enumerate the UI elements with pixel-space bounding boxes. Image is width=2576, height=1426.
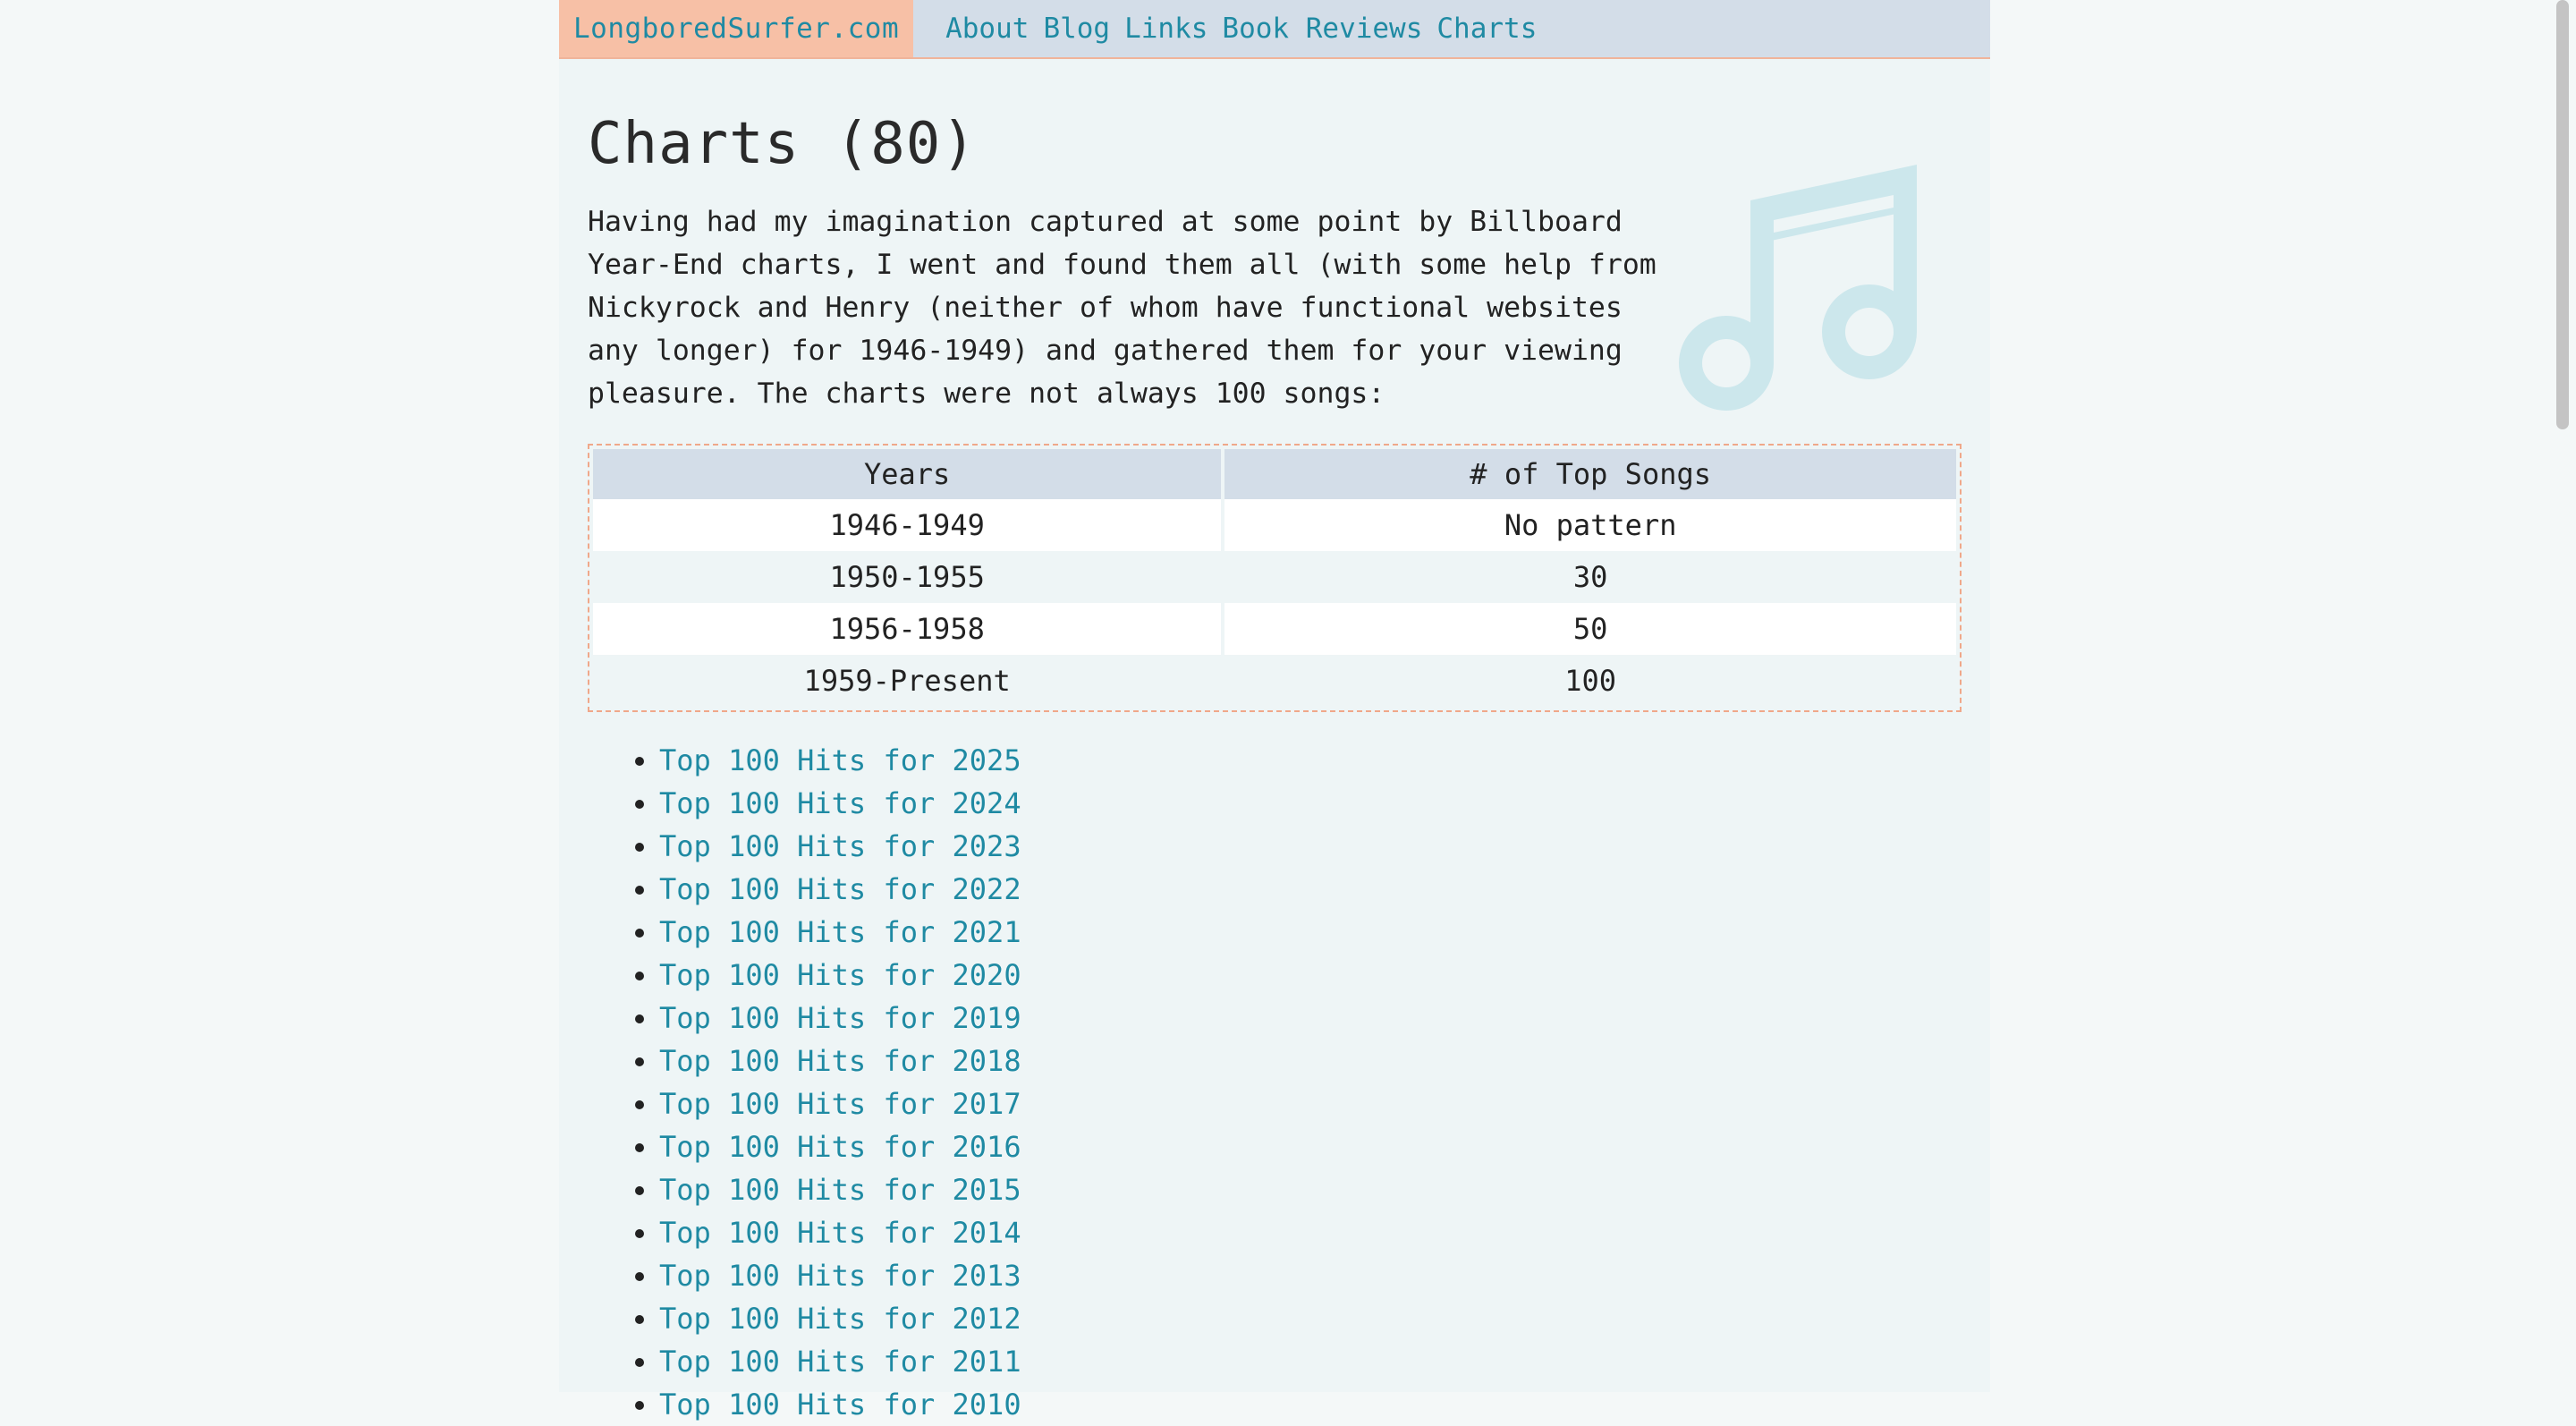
chart-link-2018[interactable]: Top 100 Hits for 2018	[659, 1044, 1021, 1078]
header-years: Years	[593, 449, 1225, 499]
chart-link-2022[interactable]: Top 100 Hits for 2022	[659, 872, 1021, 906]
page-container: LongboredSurfer.com About Blog Links Boo…	[559, 0, 1990, 1422]
table-row: 1946-1949 No pattern	[593, 499, 1956, 551]
list-item: Top 100 Hits for 2021	[659, 911, 1962, 954]
top-nav: LongboredSurfer.com About Blog Links Boo…	[559, 0, 1990, 59]
chart-link-2019[interactable]: Top 100 Hits for 2019	[659, 1001, 1021, 1035]
count-cell: 30	[1223, 551, 1956, 603]
nav-link-links[interactable]: Links	[1124, 13, 1208, 45]
header-top-songs: # of Top Songs	[1223, 449, 1956, 499]
list-item: Top 100 Hits for 2018	[659, 1040, 1962, 1082]
chart-link-2015[interactable]: Top 100 Hits for 2015	[659, 1173, 1021, 1207]
list-item: Top 100 Hits for 2019	[659, 997, 1962, 1040]
chart-link-2011[interactable]: Top 100 Hits for 2011	[659, 1345, 1021, 1379]
chart-link-2024[interactable]: Top 100 Hits for 2024	[659, 786, 1021, 820]
list-item: Top 100 Hits for 2025	[659, 739, 1962, 782]
nav-link-charts[interactable]: Charts	[1436, 13, 1537, 45]
count-cell: 100	[1223, 655, 1956, 707]
nav-link-book-reviews[interactable]: Book Reviews	[1222, 13, 1422, 45]
table-row: 1956-1958 50	[593, 603, 1956, 655]
list-item: Top 100 Hits for 2017	[659, 1082, 1962, 1125]
years-cell: 1959-Present	[593, 655, 1225, 707]
chart-link-2017[interactable]: Top 100 Hits for 2017	[659, 1087, 1021, 1121]
main-content: Charts (80) Having had my imagination ca…	[559, 59, 1990, 1426]
list-item: Top 100 Hits for 2015	[659, 1168, 1962, 1211]
nav-link-blog[interactable]: Blog	[1043, 13, 1110, 45]
list-item: Top 100 Hits for 2012	[659, 1297, 1962, 1340]
count-cell: No pattern	[1223, 499, 1956, 551]
chart-link-2016[interactable]: Top 100 Hits for 2016	[659, 1130, 1021, 1164]
table-row: 1950-1955 30	[593, 551, 1956, 603]
list-item: Top 100 Hits for 2014	[659, 1211, 1962, 1254]
songs-per-year-table: Years # of Top Songs 1946-1949 No patter…	[588, 444, 1962, 712]
nav-link-about[interactable]: About	[945, 13, 1029, 45]
list-item: Top 100 Hits for 2023	[659, 825, 1962, 868]
chart-link-2010[interactable]: Top 100 Hits for 2010	[659, 1388, 1021, 1422]
list-item: Top 100 Hits for 2016	[659, 1125, 1962, 1168]
table-header-row: Years # of Top Songs	[593, 449, 1956, 499]
list-item: Top 100 Hits for 2010	[659, 1383, 1962, 1426]
chart-link-2020[interactable]: Top 100 Hits for 2020	[659, 958, 1021, 992]
page-scrollbar[interactable]	[2549, 0, 2576, 1392]
list-item: Top 100 Hits for 2013	[659, 1254, 1962, 1297]
chart-link-2025[interactable]: Top 100 Hits for 2025	[659, 743, 1021, 777]
intro-paragraph: Having had my imagination captured at so…	[588, 206, 1657, 410]
list-item: Top 100 Hits for 2020	[659, 954, 1962, 997]
music-note-icon	[1679, 165, 1917, 411]
list-item: Top 100 Hits for 2022	[659, 868, 1962, 911]
list-item: Top 100 Hits for 2011	[659, 1340, 1962, 1383]
chart-link-2014[interactable]: Top 100 Hits for 2014	[659, 1216, 1021, 1250]
scrollbar-thumb[interactable]	[2556, 0, 2569, 429]
table-row: 1959-Present 100	[593, 655, 1956, 707]
list-item: Top 100 Hits for 2024	[659, 782, 1962, 825]
site-brand-link[interactable]: LongboredSurfer.com	[559, 0, 914, 57]
years-cell: 1946-1949	[593, 499, 1225, 551]
chart-link-2023[interactable]: Top 100 Hits for 2023	[659, 829, 1021, 863]
count-cell: 50	[1223, 603, 1956, 655]
charts-list: Top 100 Hits for 2025 Top 100 Hits for 2…	[588, 739, 1962, 1426]
chart-link-2012[interactable]: Top 100 Hits for 2012	[659, 1302, 1021, 1336]
years-cell: 1956-1958	[593, 603, 1225, 655]
chart-link-2013[interactable]: Top 100 Hits for 2013	[659, 1259, 1021, 1293]
chart-link-2021[interactable]: Top 100 Hits for 2021	[659, 915, 1021, 949]
years-cell: 1950-1955	[593, 551, 1225, 603]
